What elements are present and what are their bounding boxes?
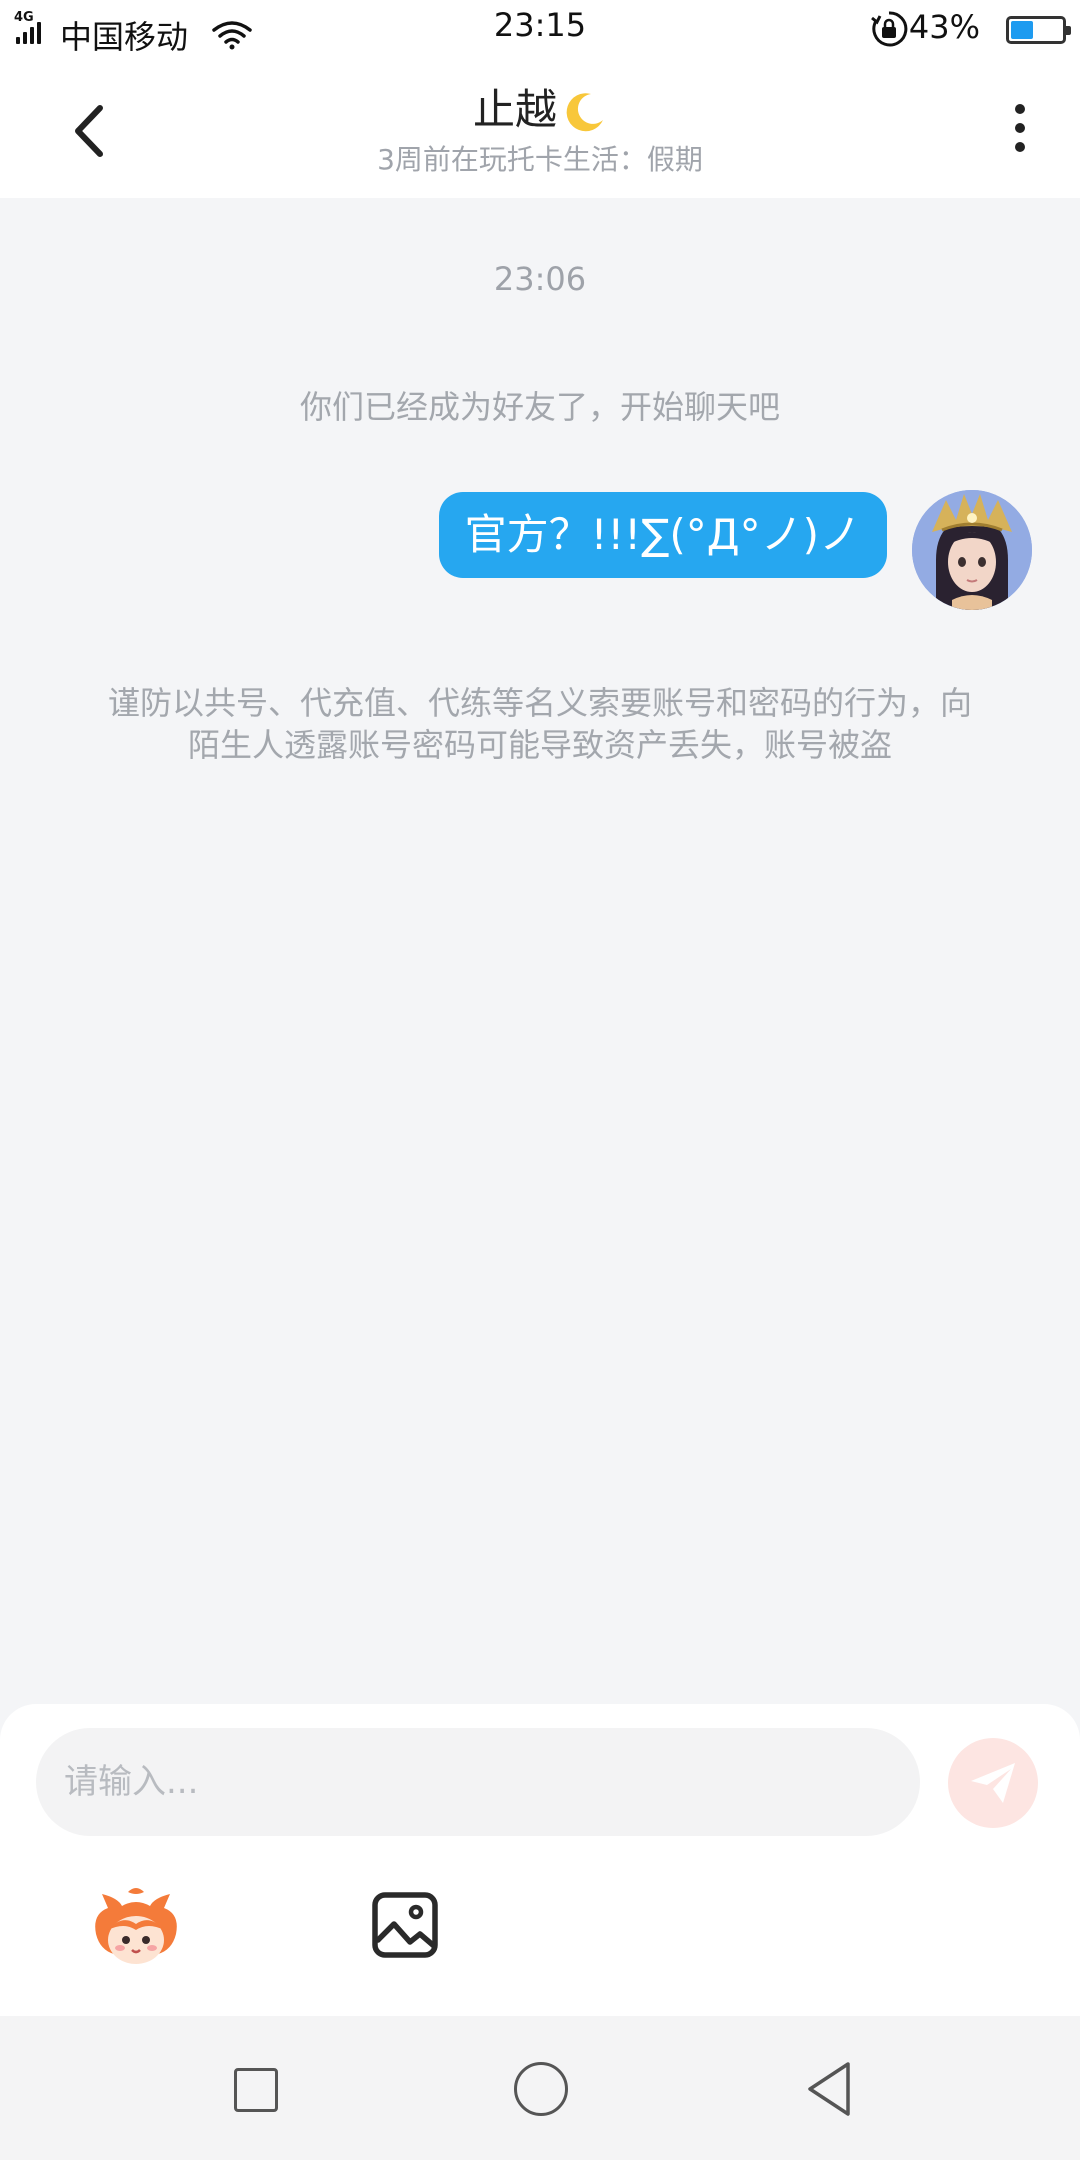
chat-header: 止越 3周前在玩托卡生活：假期 [0,56,1080,198]
send-button[interactable] [948,1738,1038,1828]
message-timestamp: 23:06 [493,260,587,298]
chat-area[interactable]: 23:06 你们已经成为好友了，开始聊天吧 官方？!!!∑(°Д°ノ)ノ 谨防以… [0,198,1080,1704]
crescent-moon-icon [566,92,603,131]
input-panel [0,1704,1080,2016]
more-vertical-icon[interactable] [1000,98,1040,158]
mascot-emoji-icon[interactable] [88,1884,184,1980]
system-nav-bar [0,2016,1080,2160]
home-icon[interactable] [514,2062,568,2116]
security-warning: 谨防以共号、代充值、代练等名义索要账号和密码的行为，向陌生人透露账号密码可能导致… [107,684,972,764]
battery-fill [1011,21,1033,39]
battery-percent: 43% [908,8,980,46]
rotation-lock-icon [871,11,908,47]
contact-name-row: 止越 [0,76,1080,137]
message-bubble-outgoing[interactable]: 官方？!!!∑(°Д°ノ)ノ [438,492,887,578]
message-input[interactable] [36,1728,920,1836]
recent-apps-icon[interactable] [234,2068,278,2112]
contact-name: 止越 [472,85,557,134]
system-message: 你们已经成为好友了，开始聊天吧 [299,388,780,426]
image-icon[interactable] [370,1890,440,1960]
avatar-image [912,490,1032,610]
status-bar: 4G 中国移动 23:15 43% [0,0,1080,56]
paper-plane-icon [971,1763,1015,1803]
contact-status: 3周前在玩托卡生活：假期 [377,143,703,176]
avatar[interactable] [912,490,1032,610]
back-icon[interactable] [804,2060,854,2118]
battery-icon [1006,16,1071,44]
